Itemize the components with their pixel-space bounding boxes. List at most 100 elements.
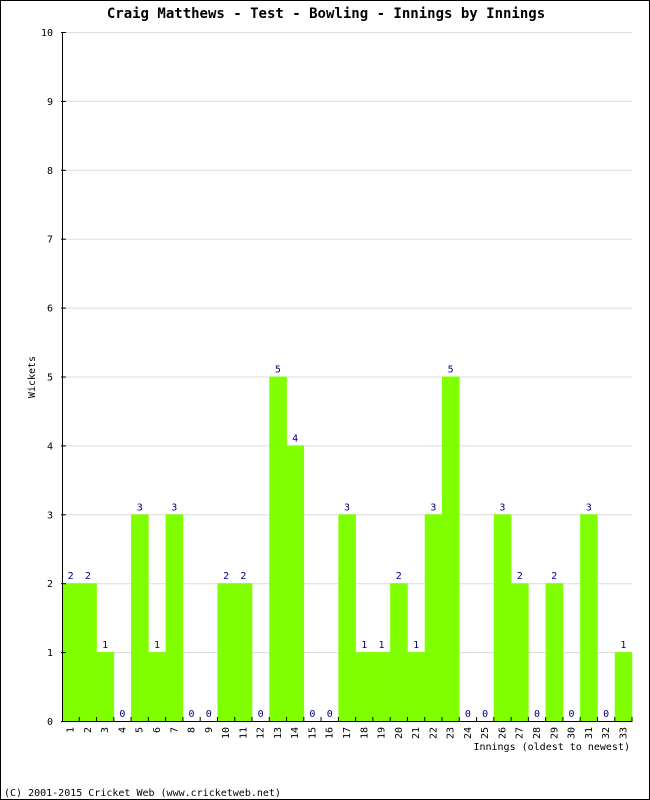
bar bbox=[234, 583, 253, 721]
data-label: 0 bbox=[482, 709, 488, 720]
x-tick-label: 22 bbox=[428, 727, 439, 739]
x-tick-label: 32 bbox=[601, 727, 612, 739]
data-label: 1 bbox=[379, 640, 385, 651]
data-label: 2 bbox=[223, 571, 229, 582]
bar bbox=[545, 583, 564, 721]
data-label: 5 bbox=[275, 365, 281, 376]
x-tick-labels: 1 2 3 4 5 6 7 8 9 10 11 12 13 14 15 16 17 18 19 20 21 22 23 24 2… bbox=[66, 727, 630, 739]
x-tick-label: 15 bbox=[307, 727, 318, 739]
data-label: 3 bbox=[344, 502, 350, 513]
x-tick-label: 4 bbox=[117, 727, 128, 733]
x-tick-label: 10 bbox=[221, 727, 232, 739]
bar bbox=[165, 514, 184, 721]
x-tick-label: 14 bbox=[290, 727, 301, 739]
data-label: 1 bbox=[154, 640, 160, 651]
bar bbox=[79, 583, 97, 721]
bar bbox=[614, 652, 633, 721]
y-tick-label: 10 bbox=[41, 28, 53, 39]
data-label: 0 bbox=[327, 709, 333, 720]
x-tick-label: 1 bbox=[66, 727, 77, 733]
data-label: 0 bbox=[534, 709, 540, 720]
x-tick-label: 11 bbox=[238, 727, 249, 739]
y-tick-label: 7 bbox=[47, 235, 53, 246]
x-tick-label: 27 bbox=[515, 727, 526, 739]
data-label: 1 bbox=[413, 640, 419, 651]
data-label: 3 bbox=[430, 502, 436, 513]
copyright-footer: (C) 2001-2015 Cricket Web (www.cricketwe… bbox=[4, 788, 281, 799]
bar bbox=[493, 514, 512, 721]
bar bbox=[424, 514, 443, 721]
x-tick-label: 9 bbox=[204, 727, 215, 733]
bar bbox=[390, 583, 408, 721]
data-label: 5 bbox=[448, 365, 454, 376]
bar bbox=[338, 514, 356, 721]
data-label: 3 bbox=[586, 502, 592, 513]
data-label: 0 bbox=[309, 709, 315, 720]
y-tick-label: 6 bbox=[47, 304, 53, 315]
data-label: 1 bbox=[620, 640, 626, 651]
x-tick-label: 31 bbox=[584, 727, 595, 739]
x-tick-label: 33 bbox=[618, 727, 629, 739]
y-tick-label: 4 bbox=[47, 441, 53, 452]
x-tick-label: 30 bbox=[567, 727, 578, 739]
x-tick-label: 20 bbox=[394, 727, 405, 739]
bar bbox=[217, 583, 236, 721]
data-label: 0 bbox=[465, 709, 471, 720]
bar bbox=[580, 514, 598, 721]
bar bbox=[148, 652, 166, 721]
data-label: 4 bbox=[292, 433, 298, 444]
bar bbox=[511, 583, 529, 721]
bar bbox=[442, 376, 460, 721]
x-tick-label: 3 bbox=[100, 727, 111, 733]
data-label: 2 bbox=[517, 571, 523, 582]
y-tick-label: 1 bbox=[47, 648, 53, 659]
x-tick-label: 19 bbox=[377, 727, 388, 739]
x-tick-label: 2 bbox=[83, 727, 94, 733]
y-tick-label: 9 bbox=[47, 97, 53, 108]
data-label: 0 bbox=[569, 709, 575, 720]
data-label: 0 bbox=[119, 709, 125, 720]
x-tick-label: 12 bbox=[256, 727, 267, 739]
chart-frame: Craig Matthews - Test - Bowling - Inning… bbox=[0, 0, 650, 800]
chart-title: Craig Matthews - Test - Bowling - Inning… bbox=[107, 6, 545, 22]
x-tick-label: 16 bbox=[325, 727, 336, 739]
bars bbox=[62, 376, 633, 721]
data-label: 2 bbox=[68, 571, 74, 582]
x-tick-label: 6 bbox=[152, 727, 163, 733]
data-label: 3 bbox=[499, 502, 505, 513]
y-tick-label: 2 bbox=[47, 579, 53, 590]
data-label: 0 bbox=[189, 709, 195, 720]
x-tick-label: 17 bbox=[342, 727, 353, 739]
x-tick-label: 18 bbox=[359, 727, 370, 739]
x-tick-label: 5 bbox=[135, 727, 146, 733]
bar bbox=[286, 445, 305, 721]
data-label: 3 bbox=[171, 502, 177, 513]
x-tick-label: 26 bbox=[497, 727, 508, 739]
data-label: 1 bbox=[361, 640, 367, 651]
bar bbox=[96, 652, 115, 721]
data-label: 2 bbox=[240, 571, 246, 582]
data-label: 0 bbox=[258, 709, 264, 720]
y-tick-label: 5 bbox=[47, 373, 53, 384]
x-tick-label: 28 bbox=[532, 727, 543, 739]
x-tick-label: 8 bbox=[187, 727, 198, 733]
y-tick-label: 3 bbox=[47, 510, 53, 521]
x-axis-label: Innings (oldest to newest) bbox=[473, 742, 630, 753]
chart-svg: Craig Matthews - Test - Bowling - Inning… bbox=[4, 6, 633, 799]
data-label: 2 bbox=[85, 571, 91, 582]
data-label: 1 bbox=[102, 640, 108, 651]
y-tick-label: 0 bbox=[47, 717, 53, 728]
y-axis-label: Wickets bbox=[27, 356, 38, 398]
data-label: 2 bbox=[551, 571, 557, 582]
data-label: 3 bbox=[137, 502, 143, 513]
x-tick-label: 23 bbox=[446, 727, 457, 739]
y-tick-labels: 0 1 2 3 4 5 6 7 8 9 10 bbox=[41, 28, 53, 728]
data-label: 0 bbox=[206, 709, 212, 720]
bar bbox=[269, 376, 287, 721]
y-tick-label: 8 bbox=[47, 166, 53, 177]
data-label: 2 bbox=[396, 571, 402, 582]
bar bbox=[131, 514, 149, 721]
x-tick-label: 7 bbox=[169, 727, 180, 733]
bar bbox=[407, 652, 426, 721]
x-tick-label: 21 bbox=[411, 727, 422, 739]
